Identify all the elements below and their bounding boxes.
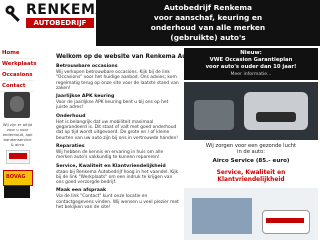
nav-note-line: & airco	[10, 142, 25, 147]
header-line-3: onderhoud van alle merken	[150, 23, 266, 32]
red-emblem-icon	[6, 150, 30, 164]
caption-line: in de auto:	[237, 149, 265, 156]
header-line-4: (gebruikte) auto's	[170, 33, 246, 42]
section-body: staan bij Renkema Autobedrijf hoog in he…	[56, 169, 179, 186]
van-stripe	[266, 218, 304, 223]
car-engine-photo	[184, 82, 318, 140]
vwe-more-info-link[interactable]: Meer informatie...	[184, 72, 318, 77]
section-body: Het is belangrijk dat uw mobiliteit maxi…	[56, 119, 179, 141]
section-title: Maak een afspraak	[56, 188, 107, 194]
car-shape	[194, 100, 234, 130]
page-title: Welkom op de website van Renkema Autobed…	[56, 54, 215, 60]
vwe-promo: Nieuw: VWE Occasion Garantieplan voor au…	[184, 48, 318, 80]
nav-item-werkplaats[interactable]: Werkplaats	[0, 59, 36, 70]
airco-price: Airco Service (85.- euro)	[212, 158, 290, 164]
section-title: Service, Kwaliteit en Klantvriendelijkhe…	[56, 163, 166, 169]
bovag-badge-icon: BOVAG	[3, 170, 33, 186]
engine-shape	[256, 112, 296, 122]
logo-sub: AUTOBEDRIJF	[26, 18, 94, 28]
section-service: Service, Kwaliteit en Klantvriendelijkhe…	[56, 164, 180, 186]
vwe-text: VWE Occasion Garantieplan voor auto's ou…	[184, 57, 318, 71]
vwe-title: Nieuw:	[240, 50, 262, 56]
header-line-1: Autobedrijf Renkema	[163, 3, 253, 12]
left-nav: Home Werkplaats Occasions Contact	[0, 48, 36, 92]
section-body: Via de link "Contact" kunt onze locatie …	[56, 194, 179, 211]
airco-caption: Wij zorgen voor een gezonde lucht in de …	[184, 143, 318, 155]
main-content: Welkom op de website van Renkema Autobed…	[56, 50, 215, 213]
nav-photo	[4, 92, 30, 118]
header: RENKEMA AUTOBEDRIJF Autobedrijf Renkema …	[0, 0, 320, 46]
key-icon	[5, 5, 20, 22]
service-heading: Service, Kwaliteit en Klantvriendelijkhe…	[184, 170, 318, 184]
building-shape	[192, 198, 252, 234]
section-afspraak: Maak een afspraak Via de link "Contact" …	[56, 188, 180, 210]
section-onderhoud: Onderhoud Het is belangrijk dat uw mobil…	[56, 114, 180, 141]
person-icon	[10, 96, 24, 112]
section-body: Wij hebben de kennis en ervaring in huis…	[56, 149, 164, 161]
header-line-2: voor aanschaf, keuring en	[153, 13, 263, 22]
section-title: Jaarlijkse APK keuring	[56, 94, 115, 100]
section-reparaties: Reparaties Wij hebben de kennis en ervar…	[56, 144, 180, 161]
bovag-text: BOVAG	[6, 174, 26, 180]
emblem-stripe	[9, 153, 27, 159]
logo[interactable]: RENKEMA AUTOBEDRIJF	[0, 0, 106, 46]
section-title: Reparaties	[56, 143, 85, 149]
nav-note: Wij zijn er altijd voor u voor onderhoud…	[1, 122, 34, 147]
section-apk: Jaarlijkse APK keuring Voor de jaarlijks…	[56, 94, 180, 111]
header-tagline: Autobedrijf Renkema voor aanschaf, keuri…	[99, 3, 317, 43]
section-body: Voor de jaarlijkse APK keuring bent u bi…	[56, 100, 169, 111]
section-occasions: Betrouwbare occasions Wij verkopen betro…	[56, 64, 180, 91]
section-title: Onderhoud	[56, 113, 86, 119]
service-line: Service, Kwaliteit en	[216, 170, 286, 176]
company-building-photo	[184, 188, 318, 240]
car-shape	[244, 92, 308, 130]
vwe-line: voor auto's ouder dan 10 jaar!	[205, 64, 297, 70]
nav-item-occasions[interactable]: Occasions	[0, 70, 34, 81]
logo-brand: RENKEMA	[26, 2, 107, 18]
nav-item-home[interactable]: Home	[0, 48, 34, 59]
partner-logo	[4, 186, 30, 198]
section-body: Wij verkopen betrouwbare occasions. Kijk…	[56, 70, 179, 91]
vwe-line: VWE Occasion Garantieplan	[209, 57, 293, 63]
service-line: Klantvriendelijkheid	[217, 177, 285, 183]
nav-item-contact[interactable]: Contact	[0, 81, 34, 92]
section-title: Betrouwbare occasions	[56, 64, 118, 69]
page: RENKEMA AUTOBEDRIJF Autobedrijf Renkema …	[0, 0, 320, 240]
